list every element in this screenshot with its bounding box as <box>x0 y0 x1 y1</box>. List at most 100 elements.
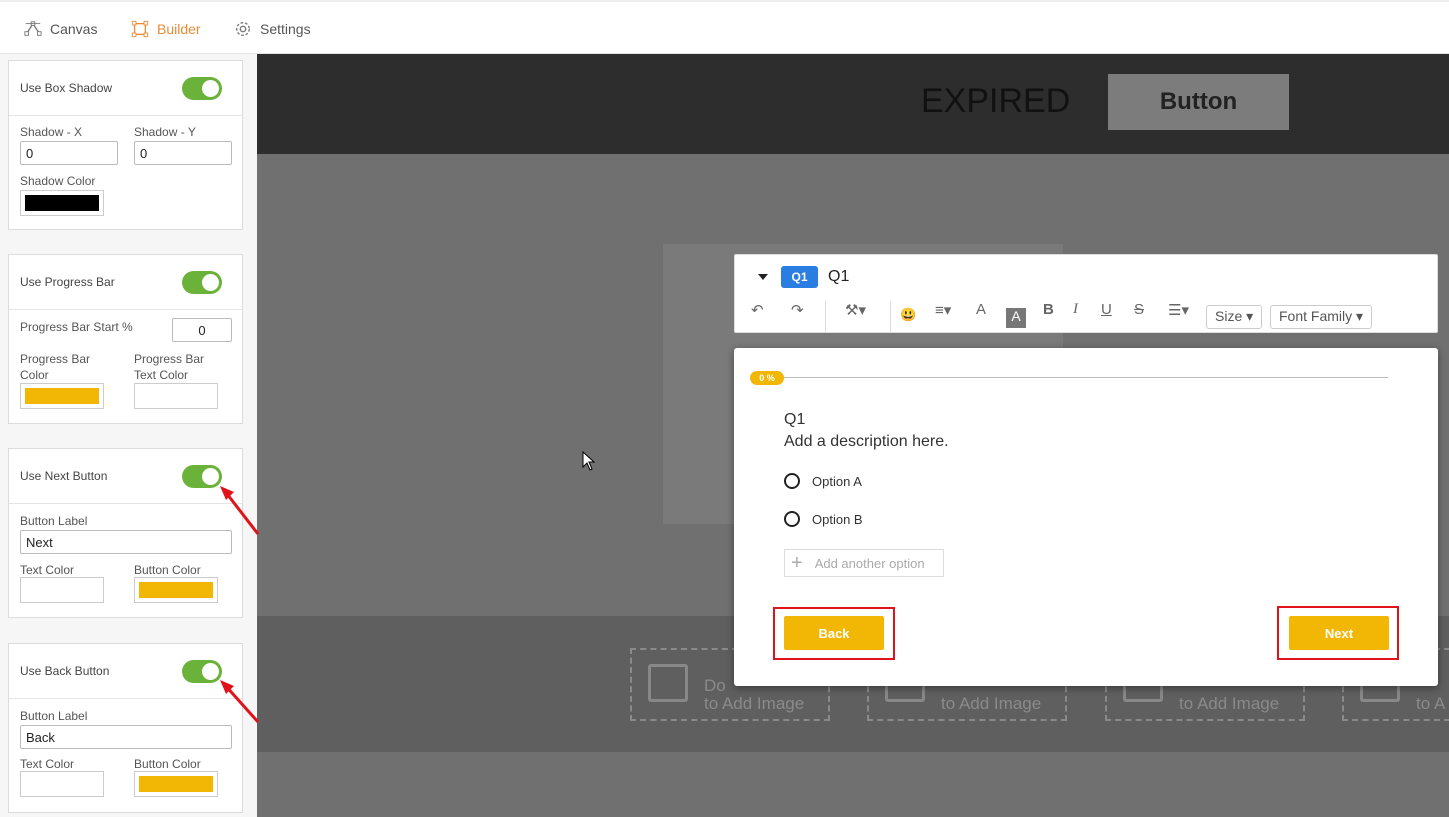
vector-path-icon <box>24 21 42 36</box>
next-text-color-label: Text Color <box>20 563 75 577</box>
quiz-question: Q1 <box>784 411 806 428</box>
question-badge: Q1 <box>781 266 818 288</box>
header-band: EXPIRED Button <box>257 54 1449 154</box>
shadow-color-label: Shadow Color <box>20 174 96 188</box>
back-button-color-label: Button Color <box>134 757 201 771</box>
font-family-dropdown-label: Font Family <box>1279 308 1353 324</box>
shadow-y-input[interactable] <box>134 141 232 165</box>
shadow-x-label: Shadow - X <box>20 125 83 139</box>
next-button-toggle[interactable] <box>182 465 222 488</box>
option-a[interactable]: Option A <box>784 473 862 489</box>
back-button-color-swatch[interactable] <box>134 771 218 797</box>
toolbar-divider <box>890 301 891 333</box>
next-button-label-input[interactable] <box>20 530 232 554</box>
box-shadow-header: Use Box Shadow <box>9 61 242 116</box>
nav-settings[interactable]: Settings <box>234 20 311 38</box>
size-dropdown-label: Size <box>1215 308 1243 324</box>
shadow-x-input[interactable] <box>20 141 118 165</box>
bold-icon[interactable]: B <box>1043 301 1054 318</box>
radio-button[interactable] <box>784 511 800 527</box>
shadow-color-swatch[interactable] <box>20 190 104 216</box>
back-button-toggle[interactable] <box>182 660 222 683</box>
align-icon[interactable]: ≡▾ <box>935 301 951 319</box>
progress-text-color-label: Progress Bar Text Color <box>134 352 205 382</box>
nav-builder[interactable]: Builder <box>131 20 201 38</box>
next-button-label-label: Button Label <box>20 514 88 528</box>
expired-text: EXPIRED <box>921 82 1071 120</box>
radio-button[interactable] <box>784 473 800 489</box>
next-text-color-swatch[interactable] <box>20 577 104 603</box>
list-icon[interactable]: ☰▾ <box>1168 301 1189 319</box>
image-drop-text: to Add Image <box>704 694 805 713</box>
option-label: Option B <box>812 511 863 527</box>
image-drop-text: Do <box>704 676 726 695</box>
back-button-header: Use Back Button <box>9 644 242 699</box>
progress-color-swatch[interactable] <box>20 383 104 409</box>
progress-bar-toggle-label: Use Progress Bar <box>20 275 115 289</box>
nav-canvas-label: Canvas <box>50 21 98 37</box>
size-dropdown[interactable]: Size ▾ <box>1206 305 1263 329</box>
top-navigation: Canvas Builder Settings <box>0 0 1449 54</box>
annotation-arrow-icon <box>220 486 260 535</box>
plus-icon: + <box>791 552 803 574</box>
next-button-panel: Use Next Button Button Label Text Color … <box>8 448 243 618</box>
emoji-icon[interactable]: 😃 <box>900 307 916 323</box>
question-editor: Q1 Q1 ↶ ↷ ⚒▾ 😃 ≡▾ A A B I U S ☰▾ Size ▾ … <box>734 254 1438 333</box>
nav-builder-label: Builder <box>157 21 201 37</box>
question-title[interactable]: Q1 <box>828 268 849 286</box>
back-button[interactable]: Back <box>784 616 884 650</box>
nav-canvas[interactable]: Canvas <box>24 20 97 38</box>
undo-icon[interactable]: ↶ <box>751 301 764 319</box>
next-button-header: Use Next Button <box>9 449 242 504</box>
back-button-toggle-label: Use Back Button <box>20 664 110 678</box>
builder-icon <box>131 20 149 38</box>
highlight-color-icon[interactable]: A <box>1006 308 1026 328</box>
image-drop-text: to Add Image <box>941 694 1042 713</box>
next-button-toggle-label: Use Next Button <box>20 469 108 483</box>
mouse-cursor-icon <box>582 451 596 471</box>
toolbar-divider <box>825 301 826 333</box>
progress-start-input[interactable] <box>172 318 232 342</box>
canvas-button[interactable]: Button <box>1108 74 1289 130</box>
box-shadow-toggle-label: Use Box Shadow <box>20 81 113 95</box>
quiz-description: Add a description here. <box>784 433 949 450</box>
next-button[interactable]: Next <box>1289 616 1389 650</box>
progress-start-label: Progress Bar Start % <box>20 320 133 334</box>
image-drop-text: to A <box>1416 694 1446 713</box>
annotation-arrow-icon <box>220 680 260 724</box>
italic-icon[interactable]: I <box>1073 301 1078 318</box>
image-icon <box>648 664 688 702</box>
magic-wand-icon[interactable]: ⚒▾ <box>845 301 866 319</box>
option-label: Option A <box>812 473 862 489</box>
back-text-color-swatch[interactable] <box>20 771 104 797</box>
option-b[interactable]: Option B <box>784 511 863 527</box>
collapse-caret-icon[interactable] <box>758 274 768 280</box>
redo-icon[interactable]: ↷ <box>791 301 804 319</box>
back-button-label-label: Button Label <box>20 709 88 723</box>
box-shadow-panel: Use Box Shadow Shadow - X Shadow - Y Sha… <box>8 60 243 230</box>
progress-track <box>782 377 1388 378</box>
box-shadow-toggle[interactable] <box>182 77 222 100</box>
nav-settings-label: Settings <box>260 21 311 37</box>
back-text-color-label: Text Color <box>20 757 75 771</box>
progress-bar-panel: Use Progress Bar Progress Bar Start % Pr… <box>8 254 243 424</box>
back-button-label-input[interactable] <box>20 725 232 749</box>
progress-color-label: Progress Bar Color <box>20 352 91 382</box>
font-color-icon[interactable]: A <box>976 301 986 318</box>
progress-indicator: 0 % <box>750 371 784 385</box>
next-button-color-swatch[interactable] <box>134 577 218 603</box>
progress-bar-header: Use Progress Bar <box>9 255 242 310</box>
shadow-y-label: Shadow - Y <box>134 125 196 139</box>
strikethrough-icon[interactable]: S <box>1134 301 1144 318</box>
back-button-panel: Use Back Button Button Label Text Color … <box>8 643 243 813</box>
underline-icon[interactable]: U <box>1101 301 1112 318</box>
add-option-button[interactable]: + Add another option <box>784 549 944 577</box>
quiz-card: 0 % Q1 Add a description here. Option A … <box>734 348 1438 686</box>
font-family-dropdown[interactable]: Font Family ▾ <box>1270 305 1373 329</box>
add-option-label: Add another option <box>814 555 925 571</box>
image-drop-text: to Add Image <box>1179 694 1280 713</box>
progress-text-color-swatch[interactable] <box>134 383 218 409</box>
gear-icon <box>236 22 250 36</box>
next-button-color-label: Button Color <box>134 563 201 577</box>
progress-bar-toggle[interactable] <box>182 271 222 294</box>
